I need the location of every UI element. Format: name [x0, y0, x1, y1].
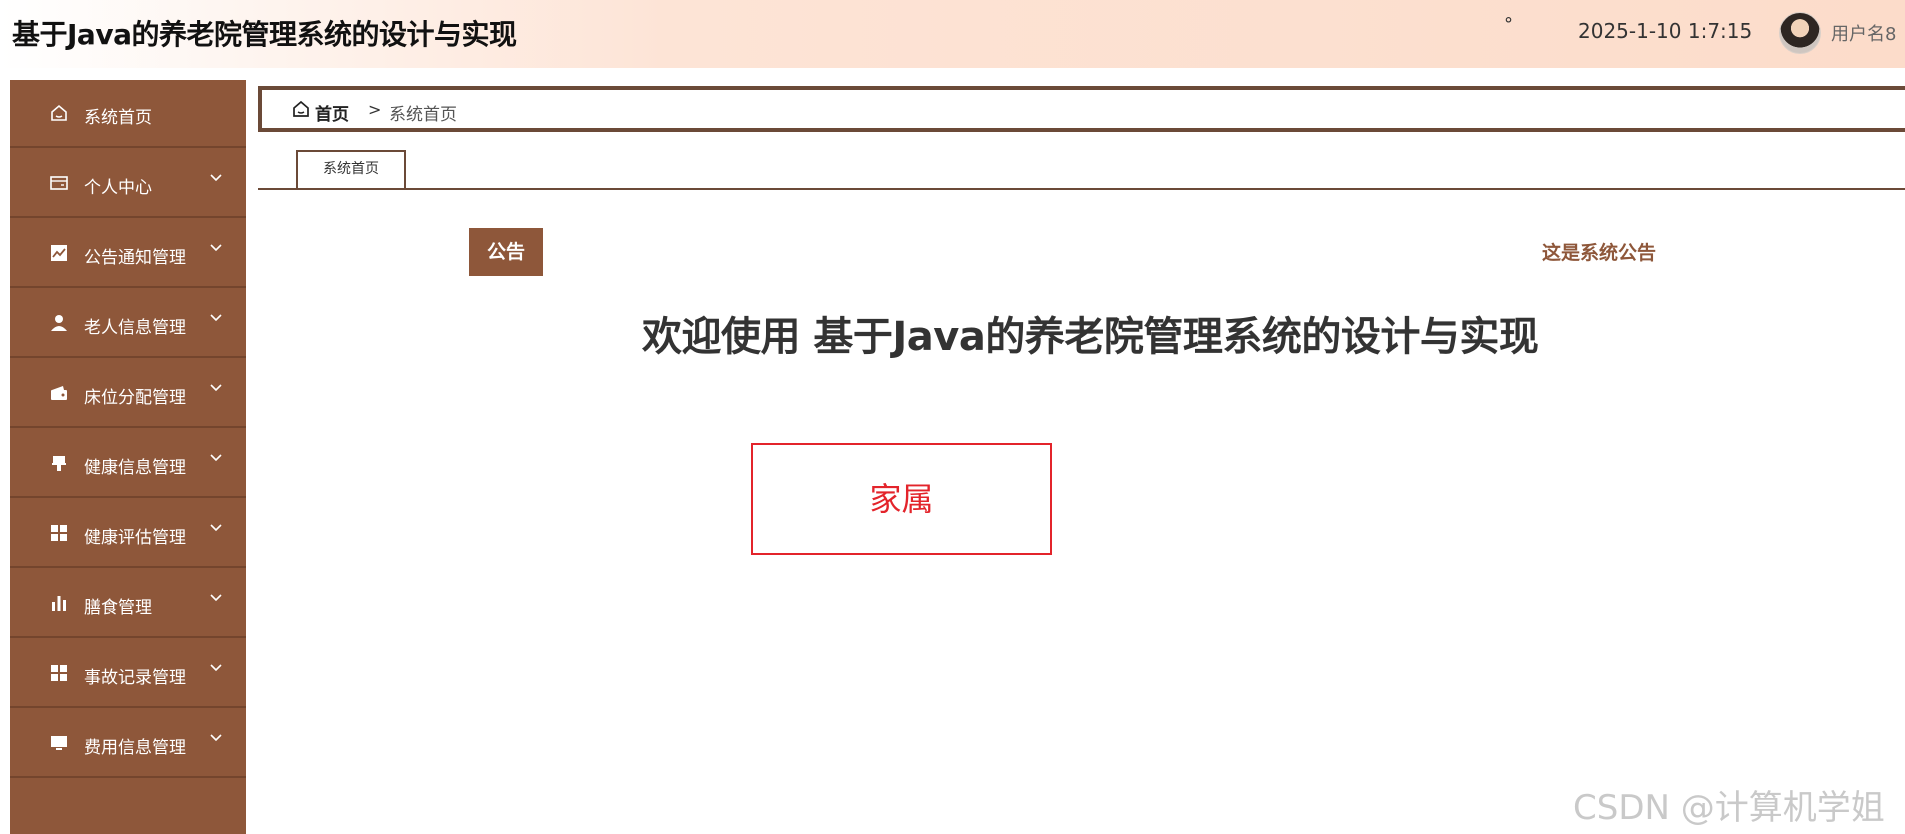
chevron-down-icon: [210, 244, 222, 252]
watermark: CSDN @计算机学姐: [1573, 788, 1885, 828]
trend-chart-icon: [48, 242, 70, 264]
sidebar-item-label: 健康信息管理: [84, 458, 186, 478]
bar-chart-icon: [48, 592, 70, 614]
app-title: 基于Java的养老院管理系统的设计与实现: [12, 18, 517, 51]
home-icon: [48, 102, 70, 124]
brush-icon: [48, 452, 70, 474]
sidebar-item-meal-management[interactable]: 膳食管理: [10, 570, 246, 638]
sidebar-item-label: 公告通知管理: [84, 248, 186, 268]
sidebar-item-health-info[interactable]: 健康信息管理: [10, 430, 246, 498]
datetime-display: 2025-1-10 1:7:15: [1578, 19, 1753, 43]
sidebar-item-label: 费用信息管理: [84, 738, 186, 758]
monitor-icon: [48, 732, 70, 754]
degree-indicator: °: [1504, 14, 1513, 35]
grid-icon: [48, 662, 70, 684]
sidebar-item-home[interactable]: 系统首页: [10, 80, 246, 148]
avatar[interactable]: [1779, 12, 1821, 54]
sidebar-item-label: 个人中心: [84, 178, 152, 198]
sidebar-item-label: 老人信息管理: [84, 318, 186, 338]
sidebar-item-label: 床位分配管理: [84, 388, 186, 408]
sidebar-menu: 系统首页 个人中心 公告通知管理 老人信息管理 床位分配管理 健康信息管理 健康…: [10, 80, 246, 834]
home-icon[interactable]: [292, 100, 310, 118]
chevron-down-icon: [210, 174, 222, 182]
card-icon: [48, 172, 70, 194]
wallet-icon: [48, 382, 70, 404]
sidebar-item-elderly-info[interactable]: 老人信息管理: [10, 290, 246, 358]
tab-system-home[interactable]: 系统首页: [296, 150, 406, 188]
breadcrumb-separator: >: [368, 100, 382, 119]
chevron-down-icon: [210, 384, 222, 392]
sidebar-item-health-assessment[interactable]: 健康评估管理: [10, 500, 246, 568]
chevron-down-icon: [210, 594, 222, 602]
grid-icon: [48, 522, 70, 544]
chevron-down-icon: [210, 314, 222, 322]
sidebar-item-label: 膳食管理: [84, 598, 152, 618]
sidebar-item-label: 系统首页: [84, 108, 152, 128]
notice-text[interactable]: 这是系统公告: [1542, 238, 1656, 265]
sidebar-item-bed-allocation[interactable]: 床位分配管理: [10, 360, 246, 428]
chevron-down-icon: [210, 664, 222, 672]
sidebar-item-accident-records[interactable]: 事故记录管理: [10, 640, 246, 708]
chevron-down-icon: [210, 524, 222, 532]
chevron-down-icon: [210, 454, 222, 462]
chevron-down-icon: [210, 734, 222, 742]
sidebar-item-notice-management[interactable]: 公告通知管理: [10, 220, 246, 288]
breadcrumb-current: 系统首页: [389, 105, 457, 125]
role-label: 家属: [751, 443, 1052, 555]
user-icon: [48, 312, 70, 334]
sidebar-item-personal-center[interactable]: 个人中心: [10, 150, 246, 218]
sidebar-item-fee-info[interactable]: 费用信息管理: [10, 710, 246, 778]
breadcrumb-home-link[interactable]: 首页: [315, 100, 349, 125]
tabs-divider: [258, 188, 1905, 190]
username[interactable]: 用户名8: [1831, 20, 1896, 46]
top-header: 基于Java的养老院管理系统的设计与实现 ° 2025-1-10 1:7:15 …: [0, 0, 1905, 68]
breadcrumb: 首页 > 系统首页: [258, 86, 1905, 132]
welcome-heading: 欢迎使用 基于Java的养老院管理系统的设计与实现: [642, 314, 1539, 360]
notice-badge: 公告: [469, 228, 543, 276]
sidebar-item-label: 事故记录管理: [84, 668, 186, 688]
sidebar-item-label: 健康评估管理: [84, 528, 186, 548]
